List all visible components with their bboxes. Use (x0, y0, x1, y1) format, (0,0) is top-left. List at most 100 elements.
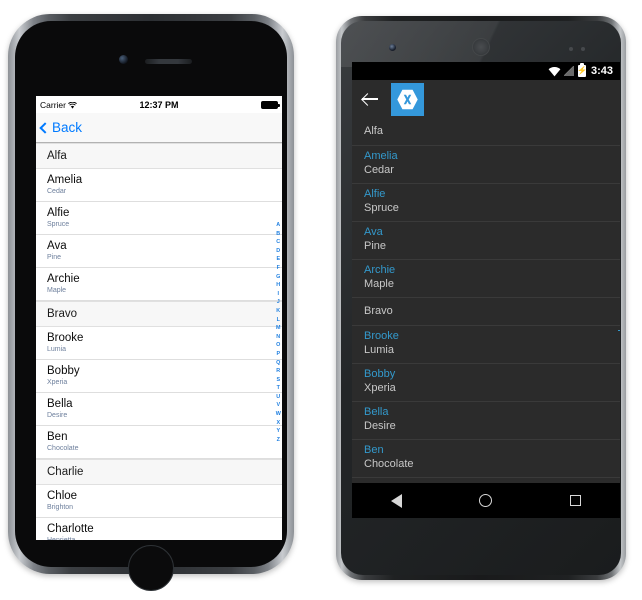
wifi-icon (548, 66, 561, 76)
index-letter[interactable]: S (276, 376, 280, 385)
back-button[interactable]: Back (39, 120, 83, 135)
index-letter[interactable]: L (277, 316, 281, 325)
index-letter[interactable]: I (278, 290, 280, 299)
list-item-description: Spruce (47, 221, 70, 228)
list-item-description: Chocolate (47, 445, 79, 452)
index-letter[interactable]: M (276, 324, 281, 333)
nav-recents-icon[interactable] (570, 495, 582, 506)
index-letter[interactable]: Z (277, 436, 281, 445)
index-letter[interactable]: F (277, 264, 281, 273)
index-letter[interactable]: X (276, 419, 280, 428)
index-letter[interactable]: U (276, 393, 280, 402)
index-letter[interactable]: A (276, 221, 280, 230)
list-item[interactable]: Brooke Lumia (36, 327, 282, 360)
index-letter[interactable]: Q (276, 359, 280, 368)
ios-contact-list[interactable]: ABCDEFGHIJKLMNOPQRSTUVWXYZ Alfa Amelia Ced… (36, 143, 282, 540)
section-index-strip[interactable]: ABCDEFGHIJKLMNOPQRSTUVWXYZ (276, 221, 281, 444)
index-letter[interactable]: J (277, 298, 280, 307)
nav-back-icon[interactable] (390, 493, 402, 508)
list-item[interactable]: Alfie Spruce (36, 202, 282, 235)
list-item[interactable]: Bella Desire (36, 393, 282, 426)
index-letter[interactable]: V (276, 401, 280, 410)
list-item[interactable]: Bobby Xperia (352, 364, 620, 402)
section-title: Alfa (364, 125, 383, 137)
arrow-back-icon[interactable] (362, 92, 379, 106)
list-item[interactable]: Ben Chocolate (352, 440, 620, 478)
list-item[interactable]: Bobby Xperia (36, 360, 282, 393)
list-item-name: Bella (364, 406, 389, 418)
section-title: Bravo (364, 305, 393, 317)
list-item-description: Pine (364, 240, 387, 252)
no-signal-icon-svg (563, 65, 574, 76)
index-letter[interactable]: W (276, 410, 281, 419)
back-button-label: Back (52, 120, 83, 135)
index-letter[interactable]: T (277, 384, 281, 393)
index-letter[interactable]: D (276, 247, 280, 256)
iphone-screen: Carrier 12:37 PM Back A B C D E F G H I … (36, 96, 282, 540)
list-item[interactable]: Ava Pine (36, 235, 282, 268)
home-button[interactable] (128, 545, 174, 591)
ios-clock: 12:37 PM (139, 99, 179, 110)
index-letter[interactable]: C (276, 238, 280, 247)
index-letter[interactable]: E (276, 255, 280, 264)
section-title: Bravo (47, 308, 78, 320)
list-item-name: Archie (364, 264, 396, 276)
index-letter[interactable]: N (276, 333, 280, 342)
battery-icon (261, 100, 280, 109)
wifi-icon (68, 101, 77, 109)
list-item[interactable]: Ben Chocolate (36, 426, 282, 459)
list-item[interactable]: Archie Maple (352, 260, 620, 298)
android-toolbar (352, 80, 620, 118)
list-item[interactable]: Bella Desire (352, 402, 620, 440)
carrier-label: Carrier (40, 99, 66, 110)
index-letter[interactable]: K (276, 307, 280, 316)
index-letter[interactable]: Y (276, 427, 280, 436)
list-item-description: Maple (364, 278, 394, 290)
android-contact-list[interactable]: Alfa Amelia Cedar Alfie Spruce Ava Pine Archie M… (352, 118, 620, 483)
wifi-icon-svg (548, 66, 561, 76)
nav-home-icon[interactable] (479, 494, 493, 507)
charging-bolt-icon: ⚡ (576, 66, 587, 75)
list-item-name: Ben (364, 444, 384, 456)
android-clock: 3:43 (590, 65, 613, 77)
list-item-name: Amelia (364, 150, 398, 162)
list-item-description: Maple (47, 287, 67, 294)
ios-status-right (261, 100, 280, 109)
index-letter[interactable]: R (276, 367, 280, 376)
list-item-name: Amelia (47, 174, 83, 186)
ios-navigation-bar: Back (36, 113, 282, 143)
earpiece-speaker-icon (145, 59, 192, 64)
list-item[interactable]: Archie Maple (36, 268, 282, 301)
list-item-description: Cedar (47, 188, 67, 195)
list-item-description: Lumia (364, 344, 394, 356)
front-camera-icon (119, 55, 128, 64)
list-item-name: Bobby (364, 368, 396, 380)
index-letter[interactable]: P (276, 350, 280, 359)
index-letter[interactable]: O (276, 341, 280, 350)
list-item[interactable]: Ava Pine (352, 222, 620, 260)
list-section-header: Alfa (36, 143, 282, 169)
front-camera-icon (389, 44, 396, 51)
list-item-name: Chloe (47, 490, 78, 502)
list-item[interactable]: Brooke Lumia (352, 326, 620, 364)
list-item-description: Lumia (47, 346, 67, 353)
no-signal-icon (563, 65, 574, 76)
list-item-description: Pine (47, 254, 62, 261)
list-item[interactable]: Alfie Spruce (352, 184, 620, 222)
scrollbar-thumb[interactable] (618, 330, 620, 331)
xamarin-logo-icon[interactable] (391, 82, 424, 116)
carrier-indicator: Carrier (40, 100, 77, 110)
list-item[interactable]: Chloe Brighton (36, 485, 282, 518)
list-item-name: Bobby (47, 365, 80, 377)
index-letter[interactable]: H (276, 281, 280, 290)
list-item[interactable]: Amelia Cedar (352, 146, 620, 184)
index-letter[interactable]: G (276, 273, 280, 282)
list-item-description: Cedar (364, 164, 394, 176)
list-item-description: Spruce (364, 202, 399, 214)
light-sensor-icon (581, 47, 585, 51)
index-letter[interactable]: B (276, 230, 280, 239)
list-item-name: Brooke (47, 332, 84, 344)
list-item-name: Charlotte (47, 523, 94, 535)
list-item[interactable]: Amelia Cedar (36, 169, 282, 202)
list-item[interactable]: CharlotteHenrietta (36, 518, 282, 540)
